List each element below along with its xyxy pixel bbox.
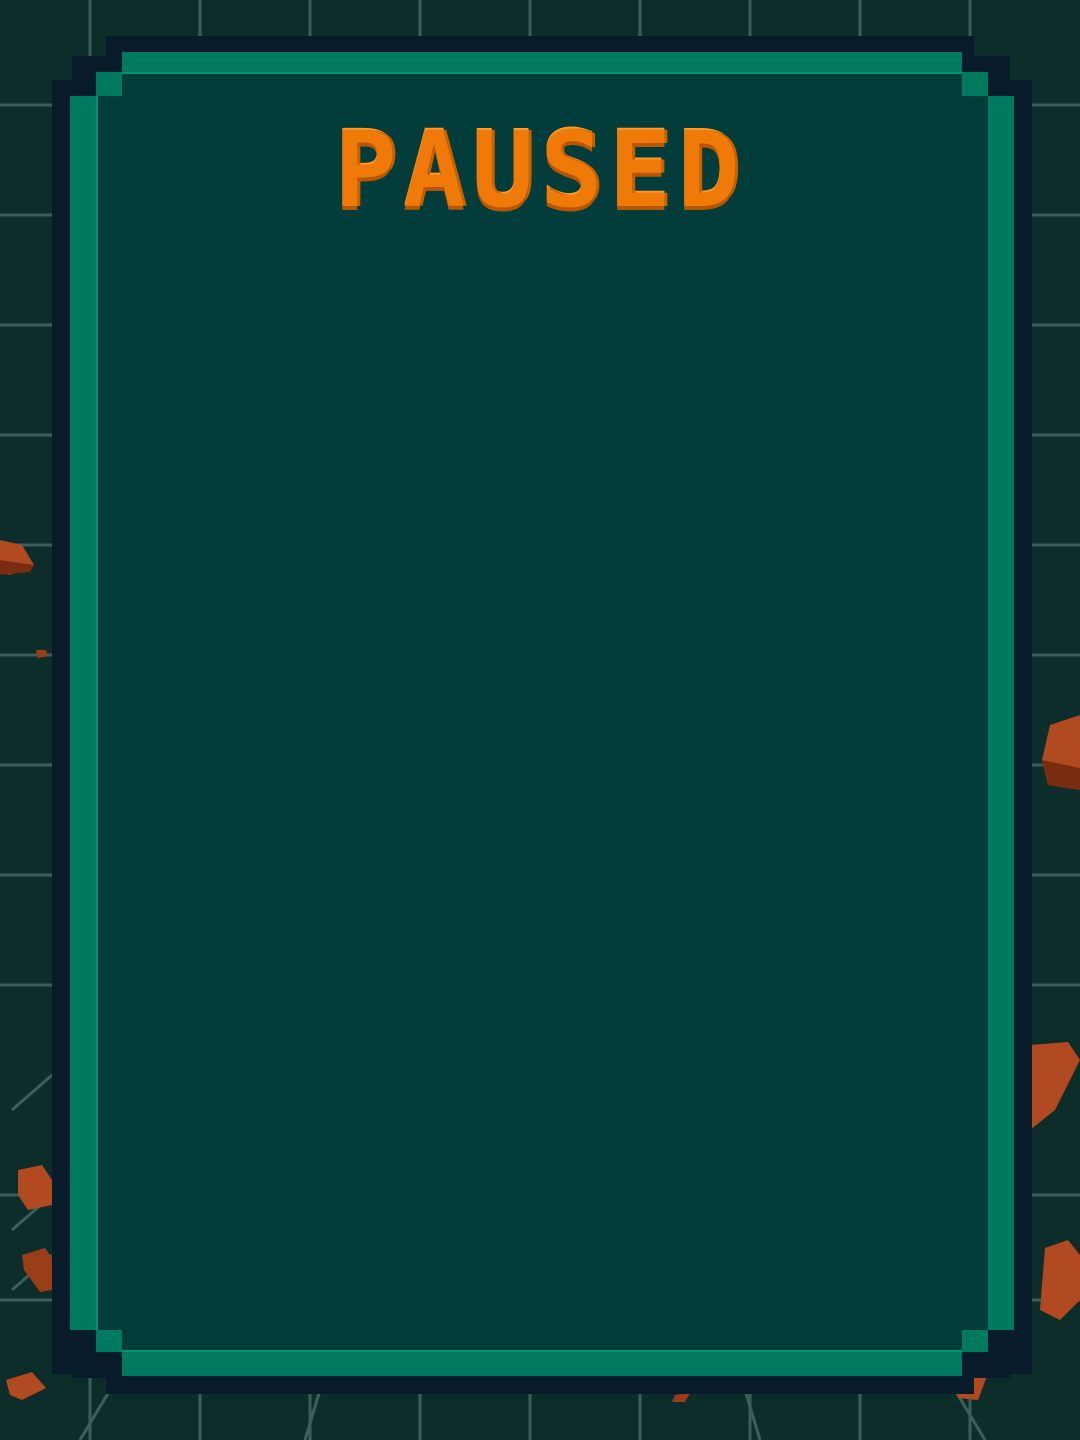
pause-title: PAUSED [334, 109, 746, 231]
game-screen: PAUSED [0, 0, 1080, 1440]
title-container: PAUSED [0, 118, 1080, 222]
